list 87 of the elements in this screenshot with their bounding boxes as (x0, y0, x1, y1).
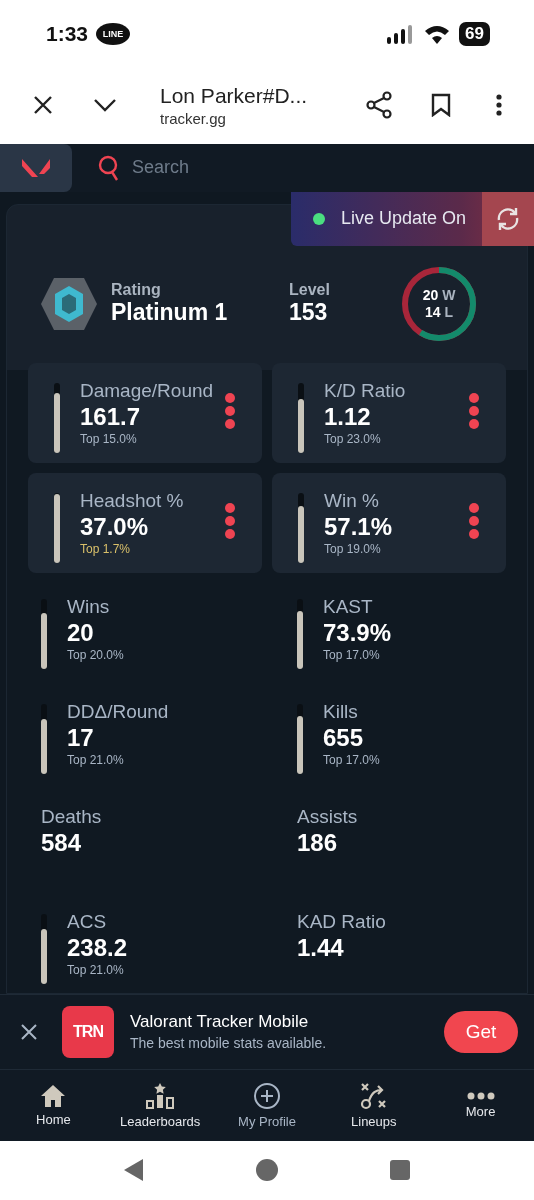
stat-label: Damage/Round (80, 378, 214, 403)
more-options-button[interactable] (468, 502, 480, 539)
more-options-button[interactable] (224, 502, 236, 539)
get-button[interactable]: Get (444, 1010, 518, 1053)
stat-percentile: Top 1.7% (80, 540, 132, 557)
stat-value: 1.12 (324, 402, 372, 431)
percentile-bar (54, 492, 60, 563)
stat-label: KAST (323, 594, 374, 619)
stat-value: 655 (323, 723, 365, 752)
rating-label: Rating (111, 281, 162, 300)
stat-value: 20 (67, 618, 95, 647)
stat-value: 17 (67, 723, 95, 752)
page-title: Lon Parker#D... (160, 83, 309, 108)
percentile-bar (54, 382, 60, 453)
stat-label: Deaths (41, 804, 102, 829)
percentile-bar (297, 598, 303, 669)
more-icon (466, 1091, 495, 1100)
back-icon[interactable] (123, 1158, 145, 1183)
percentile-bar (41, 913, 47, 984)
percentile-bar (298, 492, 304, 563)
battery-level: 69 (459, 21, 490, 46)
app-logo: TRN (62, 1005, 114, 1058)
stat-value: 161.7 (80, 402, 142, 431)
stat-percentile: Top 23.0% (324, 430, 382, 447)
app-subtitle: The best mobile stats available. (130, 1035, 328, 1052)
chat-notification-icon: LINE (96, 22, 131, 45)
rating-value: Platinum 1 (111, 299, 229, 327)
stat-percentile: Top 21.0% (67, 751, 125, 768)
app-title: Valorant Tracker Mobile (130, 1012, 310, 1033)
play-diagram-icon (359, 1081, 388, 1110)
refresh-icon (495, 205, 521, 232)
stat-label: Wins (67, 594, 111, 619)
stat-label: Assists (297, 804, 358, 829)
more-options-button[interactable] (468, 392, 480, 429)
recents-icon[interactable] (389, 1159, 411, 1182)
refresh-button[interactable] (482, 191, 534, 246)
percentile-bar (41, 598, 47, 669)
chevron-down-icon (93, 98, 117, 113)
level-label: Level (289, 281, 331, 300)
wins-count: 20 W (422, 286, 456, 304)
stat-percentile: Top 15.0% (80, 430, 138, 447)
share-icon (366, 91, 392, 120)
percentile-bar (298, 382, 304, 453)
nav-tab[interactable]: Home (0, 1069, 107, 1141)
menu-icon (496, 94, 502, 117)
percentile-bar (297, 703, 303, 774)
stat-value: 238.2 (67, 933, 128, 962)
stat-value: 584 (41, 828, 83, 857)
nav-tab[interactable]: My Profile (213, 1069, 321, 1141)
losses-count: 14 L (425, 303, 453, 321)
stat-value: 186 (297, 828, 339, 857)
logo-button[interactable] (0, 143, 72, 192)
stat-value: 73.9% (323, 618, 392, 647)
podium-icon (145, 1081, 176, 1110)
more-options-button[interactable] (224, 392, 236, 429)
nav-tab[interactable]: More (427, 1069, 534, 1141)
stat-value: 57.1% (324, 512, 393, 541)
stat-label: KAD Ratio (297, 909, 386, 934)
level-value: 153 (289, 299, 329, 327)
close-icon (33, 95, 53, 116)
close-icon (21, 1023, 37, 1040)
home-icon (40, 1083, 67, 1108)
stat-label: DDΔ/Round (67, 699, 169, 724)
nav-tab[interactable]: Lineups (320, 1069, 428, 1141)
stat-percentile: Top 17.0% (323, 751, 380, 768)
nav-tab[interactable]: Leaderboards (106, 1069, 214, 1141)
stat-percentile: Top 21.0% (67, 961, 125, 978)
live-update-label: Live Update On (341, 208, 468, 230)
share-button[interactable] (364, 90, 394, 121)
stat-label: Headshot % (80, 488, 184, 513)
search-icon (98, 154, 120, 181)
stat-percentile: Top 20.0% (67, 646, 124, 663)
stat-percentile: Top 19.0% (324, 540, 382, 557)
bookmark-icon (431, 93, 451, 118)
search-field[interactable]: Search (130, 156, 310, 180)
clock: 1:33 (46, 21, 89, 46)
stat-label: Win % (324, 488, 380, 513)
stat-label: K/D Ratio (324, 378, 406, 403)
stat-percentile: Top 17.0% (323, 646, 381, 663)
stat-label: Kills (323, 699, 359, 724)
home-circle-icon[interactable] (255, 1158, 279, 1183)
page-url: tracker.gg (160, 109, 227, 127)
stat-value: 1.44 (297, 933, 345, 962)
stat-label: ACS (67, 909, 108, 934)
percentile-bar (41, 703, 47, 774)
add-circle-icon (253, 1081, 281, 1110)
stat-value: 37.0% (80, 512, 150, 541)
